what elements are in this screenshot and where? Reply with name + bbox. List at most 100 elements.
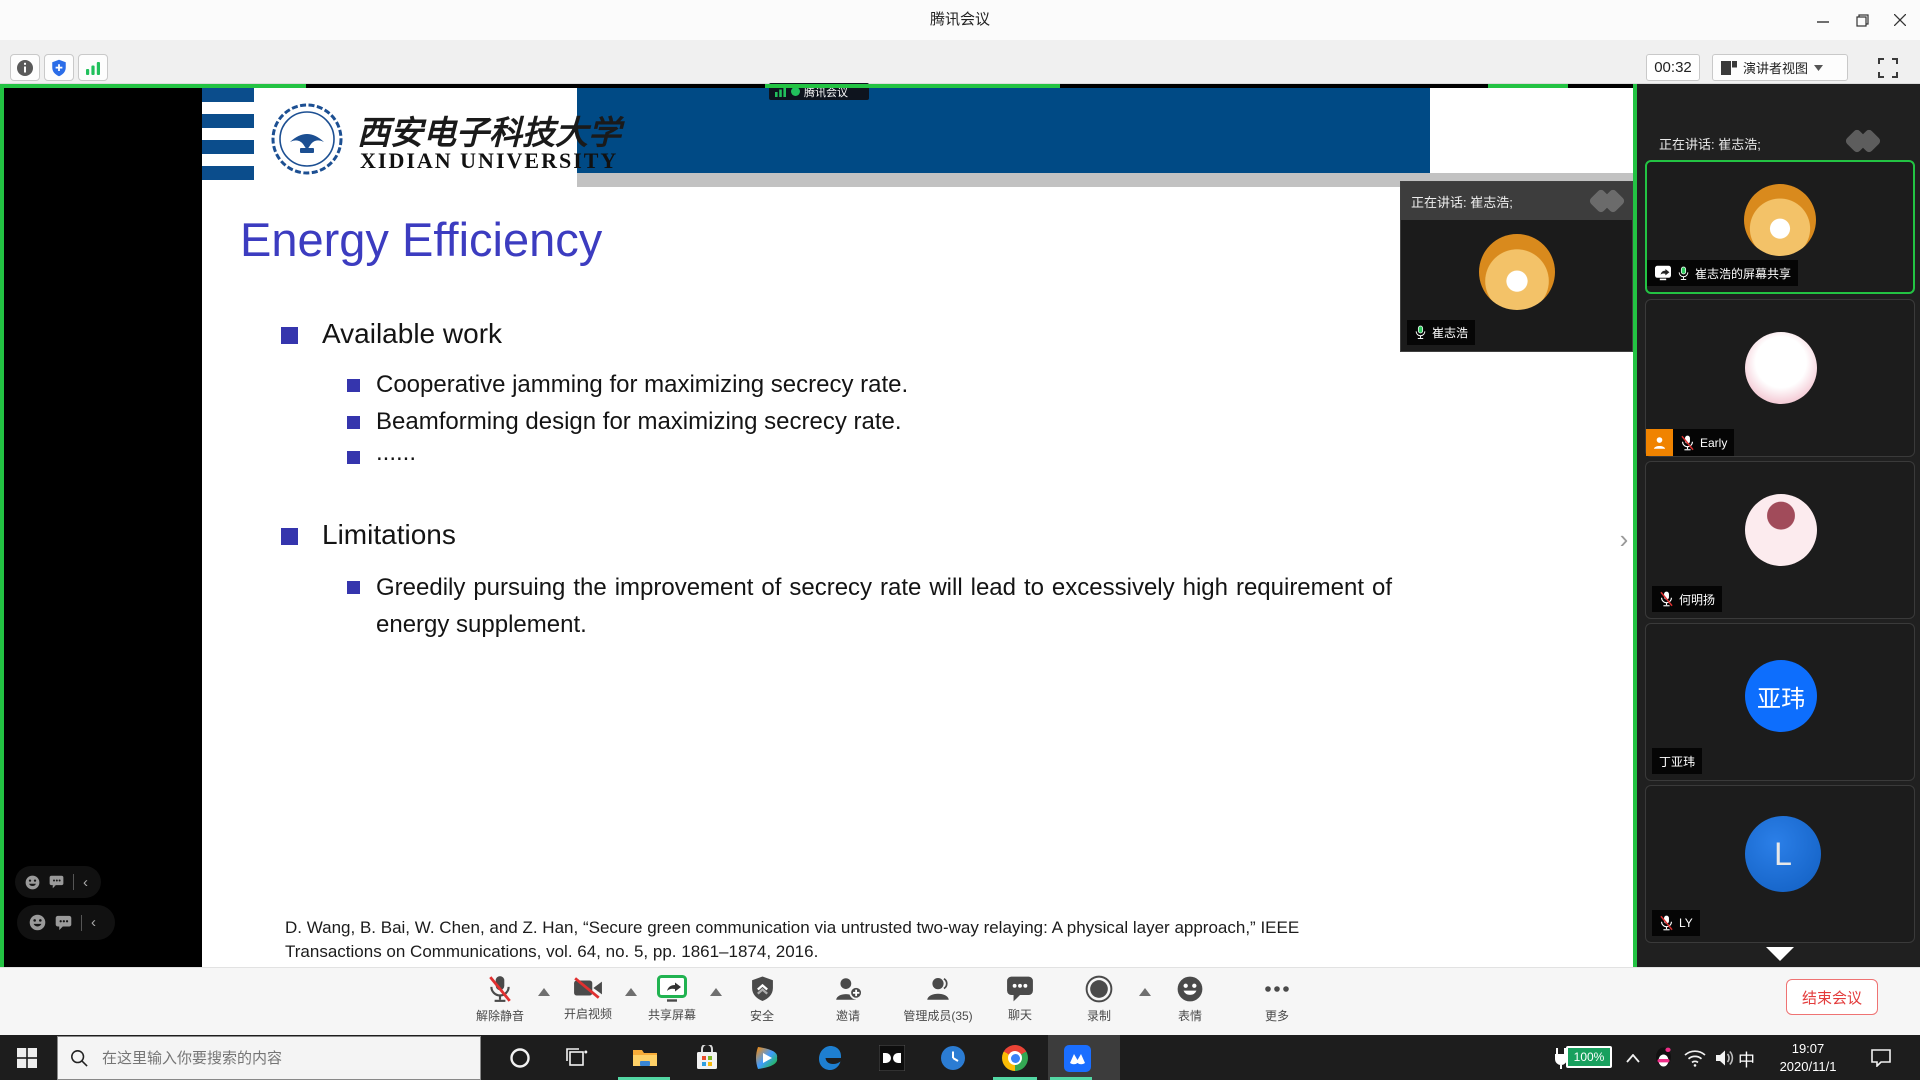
meeting-security-shield-button[interactable] xyxy=(44,54,74,81)
more-button[interactable]: 更多 xyxy=(1229,975,1325,1024)
avatar xyxy=(1745,494,1817,566)
edge-button[interactable] xyxy=(815,1043,845,1073)
signal-bars-icon xyxy=(84,60,102,76)
meeting-timer: 00:32 xyxy=(1646,54,1700,81)
clock-icon xyxy=(940,1045,966,1071)
screen-share-icon xyxy=(657,975,687,1002)
overlay-speaking-label: 正在讲话: 崔志浩; xyxy=(1411,192,1592,211)
participant-name: Early xyxy=(1700,436,1727,450)
emoji-button[interactable]: 表情 xyxy=(1142,975,1238,1024)
slide-title: Energy Efficiency xyxy=(240,212,602,267)
record-button[interactable]: 录制 xyxy=(1051,975,1147,1024)
participant-name-badge: 崔志浩的屏幕共享 xyxy=(1647,260,1798,286)
participant-tile[interactable]: L LY xyxy=(1645,785,1915,943)
slide-heading-limitations: Limitations xyxy=(322,519,456,551)
volume-tray-icon[interactable] xyxy=(1710,1043,1740,1073)
wifi-tray-icon[interactable] xyxy=(1680,1043,1710,1073)
store-button[interactable] xyxy=(692,1043,722,1073)
battery-indicator[interactable]: 100% xyxy=(1566,1046,1612,1068)
university-seal-logo xyxy=(270,102,344,176)
fullscreen-button[interactable] xyxy=(1876,56,1900,80)
members-icon xyxy=(924,975,952,1003)
taskbar-clock[interactable]: 19:07 2020/11/1 xyxy=(1773,1040,1843,1076)
close-icon xyxy=(1894,14,1906,26)
sidebar-collapse-button[interactable]: › xyxy=(1612,522,1636,556)
share-border-top xyxy=(765,84,1060,88)
participant-name-badge: Early xyxy=(1673,429,1734,456)
slide-banner xyxy=(577,88,1430,173)
meeting-watermark-icon xyxy=(1592,192,1622,210)
qq-tray-icon[interactable] xyxy=(1648,1043,1678,1073)
overlay-header[interactable]: 正在讲话: 崔志浩; xyxy=(1401,182,1632,220)
share-screen-button[interactable]: 共享屏幕 xyxy=(624,975,720,1023)
tencent-meeting-button[interactable] xyxy=(1062,1043,1092,1073)
speaker-view-icon xyxy=(1721,61,1737,75)
reaction-mini-toolbar[interactable]: ‹ xyxy=(17,905,115,940)
mic-muted-icon xyxy=(1659,915,1674,931)
tray-expand-button[interactable] xyxy=(1618,1043,1648,1073)
emoji-icon xyxy=(1176,975,1204,1003)
minimize-button[interactable] xyxy=(1807,8,1839,32)
camera-muted-icon xyxy=(573,975,603,1001)
university-name-en: XIDIAN UNIVERSITY xyxy=(360,148,618,174)
app-window: 腾讯会议 00:32 演讲者视图 xyxy=(0,0,1920,1080)
participant-tile[interactable]: 亚玮 丁亚玮 xyxy=(1645,623,1915,781)
search-input[interactable] xyxy=(100,1049,440,1068)
participant-tile[interactable]: 何明扬 xyxy=(1645,461,1915,619)
chrome-button[interactable] xyxy=(1000,1043,1030,1073)
start-button[interactable] xyxy=(12,1043,42,1073)
mic-muted-icon xyxy=(487,975,513,1003)
slide-heading-available-work: Available work xyxy=(322,318,502,350)
emoji-icon xyxy=(29,914,46,931)
participant-tile-screenshare[interactable]: 崔志浩的屏幕共享 xyxy=(1645,160,1915,294)
unmute-button[interactable]: 解除静音 xyxy=(452,975,548,1024)
view-mode-button[interactable]: 演讲者视图 xyxy=(1712,54,1848,81)
green-dot-icon xyxy=(791,87,800,96)
action-center-button[interactable] xyxy=(1866,1043,1896,1073)
emoji-icon xyxy=(25,875,40,890)
overlay-name-badge: 崔志浩 xyxy=(1407,320,1475,345)
avatar xyxy=(1745,332,1817,404)
tencent-video-button[interactable] xyxy=(752,1043,782,1073)
signal-bars-icon xyxy=(775,87,787,97)
taskbar-search[interactable] xyxy=(57,1036,481,1080)
participant-name-badge: LY xyxy=(1652,910,1700,936)
alarms-clock-button[interactable] xyxy=(938,1043,968,1073)
avatar: 亚玮 xyxy=(1745,660,1817,732)
participant-tile[interactable]: Early xyxy=(1645,299,1915,457)
dolby-access-button[interactable] xyxy=(877,1043,907,1073)
share-border-top xyxy=(0,84,306,88)
reaction-mini-toolbar[interactable]: ‹ xyxy=(15,866,101,898)
cortana-button[interactable] xyxy=(505,1043,535,1073)
slide-reference: D. Wang, B. Bai, W. Chen, and Z. Han, “S… xyxy=(285,916,1388,964)
end-meeting-button[interactable]: 结束会议 xyxy=(1786,979,1878,1015)
shield-plus-icon xyxy=(50,59,68,77)
bullet-square xyxy=(281,327,298,344)
security-button[interactable]: 安全 xyxy=(714,975,810,1024)
mic-muted-icon xyxy=(1680,435,1695,451)
search-icon xyxy=(70,1049,88,1067)
sidebar-speaking-header: 正在讲话: 崔志浩; xyxy=(1659,134,1761,153)
file-explorer-button[interactable] xyxy=(630,1043,660,1073)
store-icon xyxy=(695,1045,719,1071)
start-video-button[interactable]: 开启视频 xyxy=(540,975,636,1022)
restore-icon xyxy=(1856,14,1869,27)
ime-indicator[interactable]: 中 xyxy=(1738,1046,1755,1071)
task-view-button[interactable] xyxy=(562,1043,592,1073)
scroll-participants-down-button[interactable] xyxy=(1766,947,1794,961)
network-signal-button[interactable] xyxy=(78,54,108,81)
restore-button[interactable] xyxy=(1846,8,1878,32)
active-speaker-overlay[interactable]: 正在讲话: 崔志浩; 崔志浩 xyxy=(1400,181,1633,352)
meeting-info-button[interactable] xyxy=(10,54,40,81)
mic-on-icon xyxy=(1414,325,1427,340)
invite-button[interactable]: 邀请 xyxy=(800,975,896,1024)
minimize-icon xyxy=(1817,14,1829,26)
close-button[interactable] xyxy=(1884,8,1916,32)
share-border-left xyxy=(0,84,4,1035)
screen-share-icon xyxy=(1654,265,1672,281)
overlay-speaker-name: 崔志浩 xyxy=(1432,324,1468,341)
meeting-topbar xyxy=(0,40,1920,84)
tencent-video-icon xyxy=(753,1045,781,1071)
participant-name: LY xyxy=(1679,916,1693,930)
mic-muted-icon xyxy=(1659,591,1674,607)
